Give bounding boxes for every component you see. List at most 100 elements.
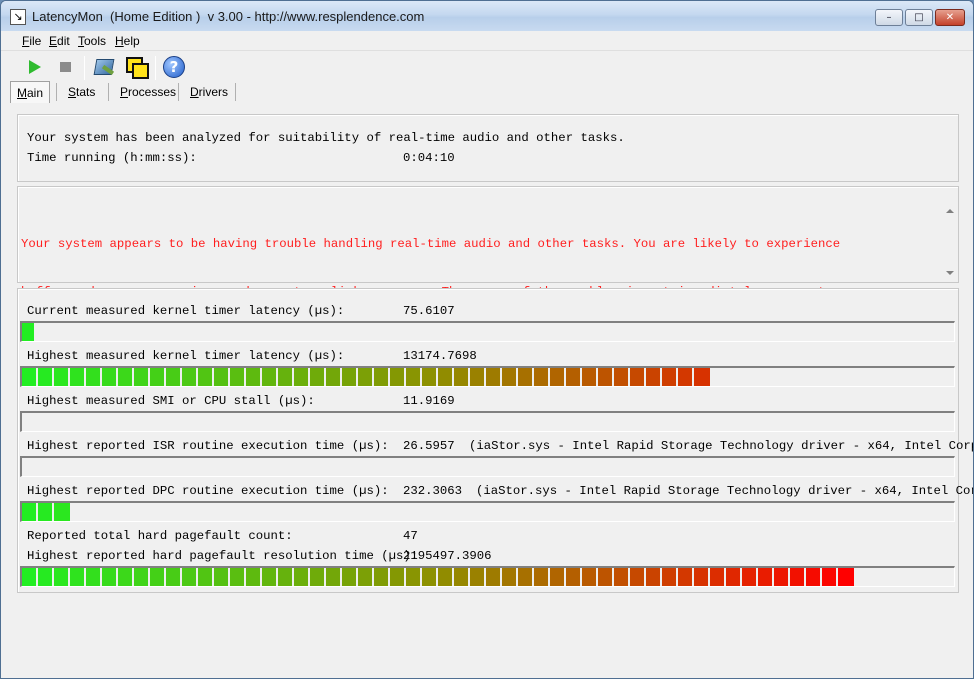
meter-fill bbox=[22, 503, 70, 521]
meter-cell bbox=[22, 568, 38, 586]
dpc-time-label: Highest reported DPC routine execution t… bbox=[27, 484, 389, 498]
meter-cell bbox=[502, 368, 518, 386]
menu-bar: File Edit Tools Help bbox=[1, 31, 973, 51]
scroll-up-arrow-icon[interactable] bbox=[946, 209, 954, 213]
meter-cell bbox=[838, 568, 854, 586]
meter-fill bbox=[22, 568, 854, 586]
meter-cell bbox=[614, 568, 630, 586]
tab-drivers[interactable]: Drivers bbox=[190, 83, 228, 103]
meter-cell bbox=[38, 503, 54, 521]
meter-cell bbox=[806, 568, 822, 586]
meter-cell bbox=[182, 568, 198, 586]
toolbar-separator bbox=[84, 56, 85, 80]
scroll-down-arrow-icon[interactable] bbox=[946, 271, 954, 275]
meter-cell bbox=[294, 368, 310, 386]
meter-cell bbox=[374, 568, 390, 586]
dpc-time-meter bbox=[20, 501, 955, 522]
meter-cell bbox=[566, 568, 582, 586]
meter-cell bbox=[150, 568, 166, 586]
meter-cell bbox=[774, 568, 790, 586]
smi-stall-value: 11.9169 bbox=[403, 394, 455, 408]
meter-cell bbox=[246, 568, 262, 586]
close-button[interactable]: ✕ bbox=[935, 9, 965, 26]
toolbar: ? bbox=[1, 52, 973, 82]
meter-cell bbox=[710, 568, 726, 586]
conclusion-scrollbar[interactable] bbox=[943, 203, 957, 281]
meter-cell bbox=[790, 568, 806, 586]
meter-cell bbox=[742, 568, 758, 586]
meter-cell bbox=[374, 368, 390, 386]
meter-cell bbox=[582, 568, 598, 586]
meter-cell bbox=[22, 503, 38, 521]
minimize-button[interactable]: – bbox=[875, 9, 903, 26]
meter-cell bbox=[550, 568, 566, 586]
meter-cell bbox=[438, 368, 454, 386]
drivers-icon[interactable] bbox=[92, 55, 116, 79]
title-bar[interactable]: ↘ LatencyMon (Home Edition ) v 3.00 - ht… bbox=[1, 1, 973, 31]
meter-fill bbox=[22, 368, 710, 386]
meter-cell bbox=[278, 568, 294, 586]
meter-cell bbox=[406, 368, 422, 386]
highest-kernel-latency-value: 13174.7698 bbox=[403, 349, 477, 363]
maximize-button[interactable]: □ bbox=[905, 9, 933, 26]
dpc-driver-detail: (iaStor.sys - Intel Rapid Storage Techno… bbox=[476, 484, 974, 498]
meter-cell bbox=[486, 568, 502, 586]
meter-cell bbox=[86, 568, 102, 586]
meter-cell bbox=[358, 568, 374, 586]
conclusion-panel[interactable]: Your system appears to be having trouble… bbox=[17, 186, 959, 299]
meter-cell bbox=[134, 368, 150, 386]
tab-separator bbox=[56, 83, 57, 101]
meter-cell bbox=[678, 368, 694, 386]
app-icon[interactable]: ↘ bbox=[10, 9, 26, 25]
pagefault-count-label: Reported total hard pagefault count: bbox=[27, 529, 293, 543]
highest-kernel-latency-label: Highest measured kernel timer latency (µ… bbox=[27, 349, 345, 363]
help-icon[interactable]: ? bbox=[162, 55, 186, 79]
tab-main[interactable]: Main bbox=[10, 81, 51, 103]
tab-processes[interactable]: Processes bbox=[120, 83, 176, 103]
menu-file[interactable]: File bbox=[22, 34, 41, 48]
current-kernel-latency-meter bbox=[20, 321, 955, 342]
meter-cell bbox=[22, 323, 34, 341]
meter-cell bbox=[566, 368, 582, 386]
meter-cell bbox=[54, 503, 70, 521]
meter-cell bbox=[230, 568, 246, 586]
tab-stats[interactable]: Stats bbox=[68, 83, 95, 103]
menu-help[interactable]: Help bbox=[115, 34, 140, 48]
windows-icon[interactable] bbox=[124, 55, 149, 79]
meter-cell bbox=[662, 568, 678, 586]
menu-edit[interactable]: Edit bbox=[49, 34, 70, 48]
meter-cell bbox=[230, 368, 246, 386]
meter-cell bbox=[246, 368, 262, 386]
meter-cell bbox=[390, 368, 406, 386]
meter-cell bbox=[38, 368, 54, 386]
meter-cell bbox=[470, 368, 486, 386]
meter-cell bbox=[150, 368, 166, 386]
meter-cell bbox=[358, 368, 374, 386]
metrics-panel: Current measured kernel timer latency (µ… bbox=[17, 288, 973, 593]
meter-cell bbox=[54, 368, 70, 386]
smi-stall-meter bbox=[20, 411, 955, 432]
summary-panel: Your system has been analyzed for suitab… bbox=[17, 114, 959, 182]
pagefault-time-label: Highest reported hard pagefault resoluti… bbox=[27, 549, 419, 563]
stop-icon[interactable] bbox=[54, 55, 78, 79]
highest-kernel-latency-meter bbox=[20, 366, 955, 387]
meter-cell bbox=[326, 368, 342, 386]
meter-cell bbox=[694, 568, 710, 586]
meter-cell bbox=[54, 568, 70, 586]
latencymon-window: ↘ LatencyMon (Home Edition ) v 3.00 - ht… bbox=[0, 0, 974, 679]
meter-cell bbox=[342, 368, 358, 386]
isr-time-meter bbox=[20, 456, 955, 477]
isr-driver-detail: (iaStor.sys - Intel Rapid Storage Techno… bbox=[469, 439, 974, 453]
pagefault-time-value: 2195497.3906 bbox=[403, 549, 492, 563]
meter-cell bbox=[198, 368, 214, 386]
meter-cell bbox=[118, 368, 134, 386]
meter-fill bbox=[22, 323, 34, 341]
meter-cell bbox=[22, 368, 38, 386]
play-icon[interactable] bbox=[23, 55, 47, 79]
meter-cell bbox=[310, 368, 326, 386]
meter-cell bbox=[38, 568, 54, 586]
meter-cell bbox=[550, 368, 566, 386]
menu-tools[interactable]: Tools bbox=[78, 34, 106, 48]
meter-cell bbox=[214, 568, 230, 586]
meter-cell bbox=[470, 568, 486, 586]
